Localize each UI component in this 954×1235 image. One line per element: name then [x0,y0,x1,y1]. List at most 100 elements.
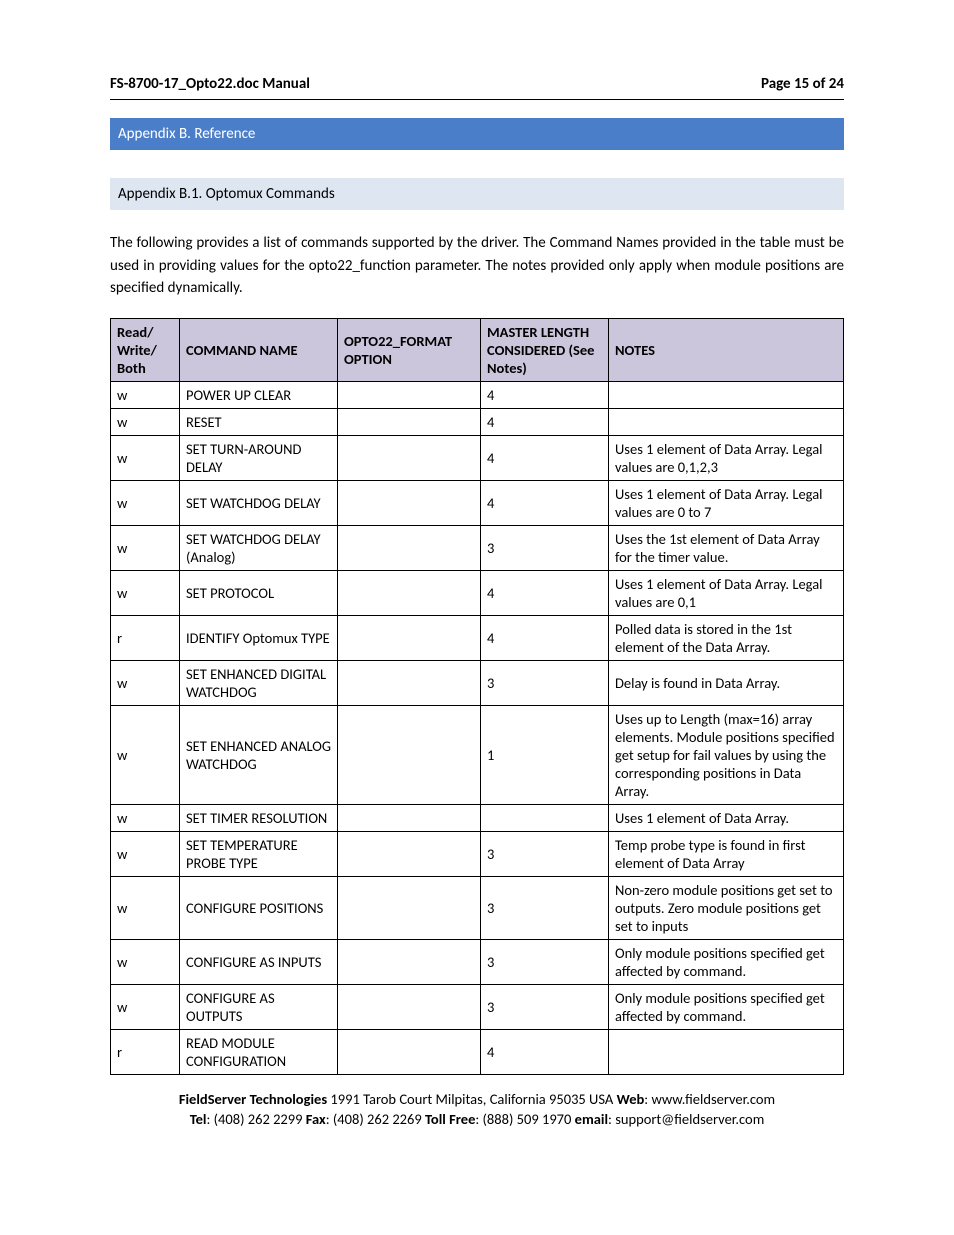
cell-rwb: w [111,939,180,984]
table-row: wCONFIGURE AS INPUTS 3Only module positio… [111,939,844,984]
cell-rwb: r [111,1029,180,1074]
footer-line-2: Tel: (408) 262 2299 Fax: (408) 262 2269 … [110,1109,844,1129]
cell-notes: Delay is found in Data Array. [609,660,844,705]
cell-rwb: r [111,615,180,660]
table-row: wCONFIGURE AS OUTPUTS 3Only module positi… [111,984,844,1029]
th-length: MASTER LENGTH CONSIDERED (See Notes) [481,318,609,381]
cell-len: 4 [481,615,609,660]
cell-len: 3 [481,984,609,1029]
cell-fmt [338,570,481,615]
cell-notes: Uses 1 element of Data Array. [609,804,844,831]
cell-name: POWER UP CLEAR [180,381,338,408]
cell-name: SET ENHANCED ANALOG WATCHDOG [180,705,338,804]
cell-len: 4 [481,435,609,480]
cell-rwb: w [111,804,180,831]
header-divider [110,99,844,100]
cell-rwb: w [111,381,180,408]
cell-rwb: w [111,525,180,570]
table-row: wSET PROTOCOL 4Uses 1 element of Data Arr… [111,570,844,615]
cell-len: 3 [481,831,609,876]
cell-name: SET PROTOCOL [180,570,338,615]
footer-line-1: FieldServer Technologies 1991 Tarob Cour… [110,1089,844,1109]
cell-rwb: w [111,570,180,615]
table-row: rIDENTIFY Optomux TYPE 4Polled data is st… [111,615,844,660]
table-row: wSET ENHANCED ANALOG WATCHDOG1Uses up to… [111,705,844,804]
footer-tel: : (408) 262 2299 [206,1110,305,1128]
cell-fmt [338,984,481,1029]
cell-rwb: w [111,408,180,435]
table-row: wRESET4 [111,408,844,435]
cell-fmt [338,408,481,435]
th-rwb: Read/ Write/ Both [111,318,180,381]
cell-fmt [338,705,481,804]
cell-name: SET TIMER RESOLUTION [180,804,338,831]
cell-fmt [338,435,481,480]
cell-len: 4 [481,381,609,408]
footer-tollfree: : (888) 509 1970 [475,1110,574,1128]
cell-len: 4 [481,408,609,435]
cell-notes [609,408,844,435]
cell-notes: Non-zero module positions get set to out… [609,876,844,939]
cell-fmt [338,831,481,876]
cell-notes: Uses 1 element of Data Array. Legal valu… [609,570,844,615]
appendix-b-heading: Appendix B. Reference [110,118,844,150]
cell-name: READ MODULE CONFIGURATION [180,1029,338,1074]
cell-notes: Uses 1 element of Data Array. Legal valu… [609,480,844,525]
cell-fmt [338,804,481,831]
cell-rwb: w [111,660,180,705]
footer-tollfree-label: Toll Free [425,1110,475,1128]
table-row: wSET TEMPERATURE PROBE TYPE3Temp probe t… [111,831,844,876]
page-header: FS-8700-17_Opto22.doc Manual Page 15 of … [110,75,844,99]
cell-fmt [338,1029,481,1074]
cell-notes: Uses the 1st element of Data Array for t… [609,525,844,570]
cell-name: SET WATCHDOG DELAY [180,480,338,525]
cell-rwb: w [111,435,180,480]
cell-name: IDENTIFY Optomux TYPE [180,615,338,660]
cell-name: SET TURN-AROUND DELAY [180,435,338,480]
footer-tel-label: Tel [190,1110,207,1128]
table-row: rREAD MODULE CONFIGURATION 4 [111,1029,844,1074]
cell-name: CONFIGURE AS INPUTS [180,939,338,984]
cell-name: CONFIGURE AS OUTPUTS [180,984,338,1029]
cell-rwb: w [111,984,180,1029]
intro-paragraph: The following provides a list of command… [110,232,844,300]
cell-notes: Only module positions specified get affe… [609,939,844,984]
cell-notes: Only module positions specified get affe… [609,984,844,1029]
cell-name: SET TEMPERATURE PROBE TYPE [180,831,338,876]
cell-len: 4 [481,570,609,615]
cell-len: 1 [481,705,609,804]
cell-fmt [338,480,481,525]
footer-address: 1991 Tarob Court Milpitas, California 95… [327,1090,616,1108]
cell-notes: Temp probe type is found in first elemen… [609,831,844,876]
footer-fax-label: Fax [306,1110,326,1128]
appendix-b1-heading: Appendix B.1. Optomux Commands [110,178,844,210]
table-row: wSET WATCHDOG DELAY (Analog)3Uses the 1s… [111,525,844,570]
footer-web-label: Web [617,1090,645,1108]
th-name: COMMAND NAME [180,318,338,381]
cell-fmt [338,876,481,939]
cell-name: SET WATCHDOG DELAY (Analog) [180,525,338,570]
table-row: wSET WATCHDOG DELAY4Uses 1 element of Da… [111,480,844,525]
footer-web: : www.fieldserver.com [644,1090,775,1108]
footer-email: : support@fieldserver.com [608,1110,764,1128]
cell-notes: Uses up to Length (max=16) array element… [609,705,844,804]
table-row: wSET TURN-AROUND DELAY4Uses 1 element of… [111,435,844,480]
cell-notes [609,381,844,408]
table-header-row: Read/ Write/ Both COMMAND NAME OPTO22_FO… [111,318,844,381]
cell-len [481,804,609,831]
table-row: wPOWER UP CLEAR 4 [111,381,844,408]
cell-len: 3 [481,939,609,984]
cell-len: 4 [481,1029,609,1074]
page-number: Page 15 of 24 [761,75,844,93]
cell-len: 3 [481,876,609,939]
footer-email-label: email [575,1110,608,1128]
cell-len: 3 [481,660,609,705]
cell-notes: Polled data is stored in the 1st element… [609,615,844,660]
cell-name: SET ENHANCED DIGITAL WATCHDOG [180,660,338,705]
cell-fmt [338,525,481,570]
cell-rwb: w [111,876,180,939]
cell-fmt [338,660,481,705]
cell-notes [609,1029,844,1074]
commands-table: Read/ Write/ Both COMMAND NAME OPTO22_FO… [110,318,844,1075]
cell-rwb: w [111,480,180,525]
